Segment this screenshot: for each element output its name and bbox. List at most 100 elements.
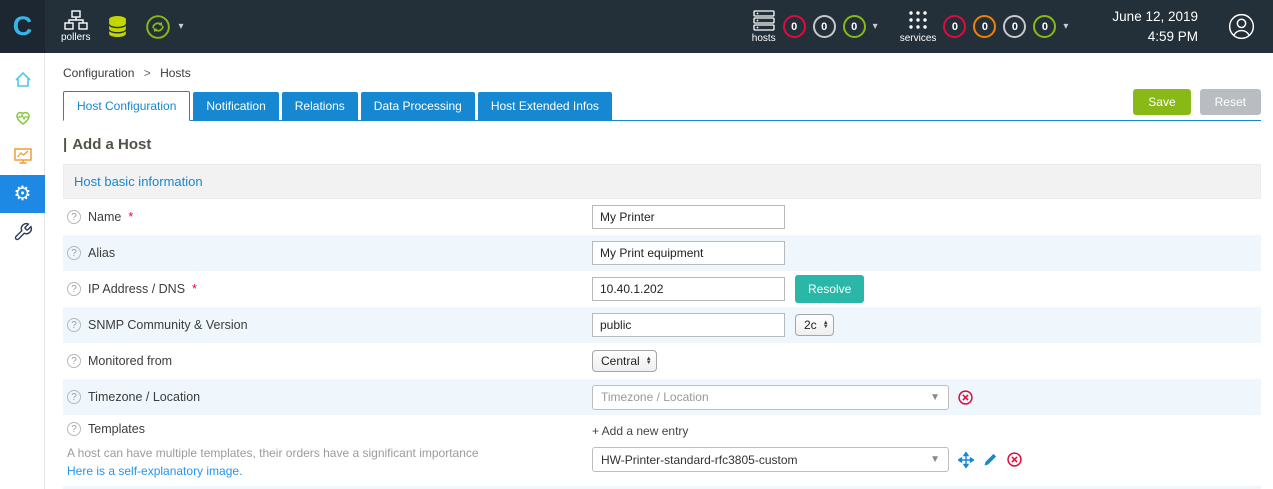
- sync-arrows-icon: [146, 14, 171, 39]
- tab-data-processing[interactable]: Data Processing: [360, 92, 475, 120]
- hosts-icon: [753, 9, 775, 31]
- breadcrumb-configuration[interactable]: Configuration: [63, 66, 134, 80]
- required-asterisk: *: [192, 282, 197, 296]
- help-icon[interactable]: ?: [67, 246, 81, 260]
- select-arrows-icon: ▲ ▼: [822, 320, 829, 330]
- help-icon[interactable]: ?: [67, 210, 81, 224]
- sidebar-item-configuration[interactable]: ⚙: [0, 175, 45, 213]
- services-unknown-badge[interactable]: 0: [1003, 15, 1027, 38]
- tab-bar: Host Configuration Notification Relation…: [63, 89, 1261, 121]
- monitoring-icon: [15, 111, 30, 125]
- snmp-version-value: 2c: [804, 318, 817, 332]
- breadcrumb: Configuration > Hosts: [63, 53, 1261, 89]
- form-row-ip-address: ? IP Address / DNS * Resolve: [63, 271, 1261, 307]
- form-row-templates: ? Templates A host can have multiple tem…: [63, 415, 1261, 486]
- services-ok-badge[interactable]: 0: [1033, 15, 1057, 38]
- services-warning-badge[interactable]: 0: [973, 15, 997, 38]
- template-edit-button[interactable]: [983, 452, 998, 467]
- administration-tools-icon: [14, 222, 32, 241]
- form-row-monitored-from: ? Monitored from Central ▲ ▼: [63, 343, 1261, 379]
- hosts-unreachable-badge[interactable]: 0: [812, 15, 836, 38]
- services-menu[interactable]: services: [899, 9, 937, 44]
- circled-x-icon: [958, 389, 973, 405]
- templates-hint-text: A host can have multiple templates, thei…: [67, 446, 479, 460]
- form-row-name: ? Name *: [63, 199, 1261, 235]
- services-chevron-icon[interactable]: ▾: [1063, 21, 1068, 32]
- name-input[interactable]: [592, 205, 785, 229]
- hosts-up-badge[interactable]: 0: [842, 15, 866, 38]
- save-button[interactable]: Save: [1133, 89, 1191, 115]
- centreon-logo[interactable]: C: [0, 0, 45, 53]
- timezone-select[interactable]: Timezone / Location ▼: [592, 384, 949, 410]
- home-icon: [14, 71, 31, 87]
- help-icon[interactable]: ?: [67, 390, 81, 404]
- hosts-menu[interactable]: hosts: [751, 9, 776, 44]
- add-template-entry-link[interactable]: + Add a new entry: [592, 424, 688, 438]
- reporting-icon: [13, 148, 32, 164]
- form-row-timezone: ? Timezone / Location Timezone / Locatio…: [63, 379, 1261, 415]
- tab-relations[interactable]: Relations: [281, 92, 358, 120]
- help-icon[interactable]: ?: [67, 318, 81, 332]
- tab-notification[interactable]: Notification: [193, 92, 279, 120]
- name-label: Name: [88, 210, 122, 224]
- pencil-icon: [984, 453, 997, 466]
- sidebar-item-administration[interactable]: [0, 213, 45, 251]
- template-move-button[interactable]: [958, 451, 974, 468]
- form-actions: Save Reset: [1133, 89, 1261, 120]
- databases-icon[interactable]: [106, 15, 129, 38]
- template-select-value: HW-Printer-standard-rfc3805-custom: [601, 452, 798, 467]
- apply-configuration-icon[interactable]: [145, 14, 171, 40]
- main-content: Configuration > Hosts Host Configuration…: [45, 53, 1273, 489]
- pollers-chevron-icon[interactable]: ▾: [178, 21, 183, 32]
- templates-example-link[interactable]: Here is a self-explanatory image.: [67, 464, 242, 478]
- sidebar-item-home[interactable]: [0, 61, 45, 99]
- services-icon: [909, 11, 927, 29]
- breadcrumb-separator: >: [143, 66, 151, 80]
- help-icon[interactable]: ?: [67, 354, 81, 368]
- required-asterisk: *: [128, 210, 134, 224]
- centreon-app: C pollers ▾ hosts 0 0 0 ▾ services 0 0 0…: [0, 0, 1273, 489]
- services-critical-badge[interactable]: 0: [943, 15, 967, 38]
- services-label: services: [899, 33, 937, 44]
- tab-host-configuration[interactable]: Host Configuration: [63, 91, 191, 121]
- chevron-down-icon: ▼: [930, 391, 940, 403]
- sidebar-item-monitoring[interactable]: [0, 99, 45, 137]
- alias-input[interactable]: [592, 241, 785, 265]
- configuration-gear-icon: ⚙: [13, 183, 32, 205]
- ip-address-input[interactable]: [592, 277, 785, 301]
- breadcrumb-hosts[interactable]: Hosts: [160, 66, 191, 80]
- move-arrows-icon: [958, 451, 974, 468]
- user-profile-button[interactable]: [1228, 13, 1255, 40]
- timezone-clear-button[interactable]: [958, 389, 973, 405]
- top-bar: C pollers ▾ hosts 0 0 0 ▾ services 0 0 0…: [0, 0, 1273, 53]
- alias-label: Alias: [88, 246, 116, 260]
- page-title: | Add a Host: [63, 136, 152, 153]
- help-icon[interactable]: ?: [67, 422, 81, 436]
- snmp-community-input[interactable]: [592, 313, 785, 337]
- pollers-icon: [64, 10, 88, 30]
- monitored-from-select[interactable]: Central ▲ ▼: [592, 350, 657, 372]
- current-date: June 12, 2019: [1112, 8, 1198, 24]
- section-host-basic-information: Host basic information: [63, 164, 1261, 199]
- sidebar-item-reporting[interactable]: [0, 137, 45, 175]
- form-row-snmp: ? SNMP Community & Version 2c ▲▼: [63, 307, 1261, 343]
- hosts-down-badge[interactable]: 0: [782, 15, 806, 38]
- hosts-chevron-icon[interactable]: ▾: [873, 21, 878, 32]
- current-time: 4:59 PM: [1147, 28, 1198, 44]
- help-icon[interactable]: ?: [67, 282, 81, 296]
- sidebar-nav: ⚙: [0, 53, 45, 489]
- hosts-label: hosts: [751, 32, 776, 44]
- timezone-placeholder: Timezone / Location: [601, 390, 709, 404]
- tab-host-extended-infos[interactable]: Host Extended Infos: [477, 92, 612, 120]
- circled-x-icon: [1007, 452, 1022, 467]
- timezone-label: Timezone / Location: [88, 390, 201, 404]
- user-avatar-icon: [1228, 13, 1255, 40]
- pollers-menu[interactable]: pollers: [61, 10, 90, 43]
- template-delete-button[interactable]: [1007, 452, 1022, 467]
- snmp-version-select[interactable]: 2c ▲ ▼: [795, 314, 834, 336]
- resolve-button[interactable]: Resolve: [795, 275, 865, 303]
- pollers-label: pollers: [61, 32, 91, 43]
- database-cylinder-icon: [108, 16, 128, 37]
- reset-button[interactable]: Reset: [1199, 89, 1261, 115]
- template-select[interactable]: HW-Printer-standard-rfc3805-custom ▼: [592, 447, 949, 472]
